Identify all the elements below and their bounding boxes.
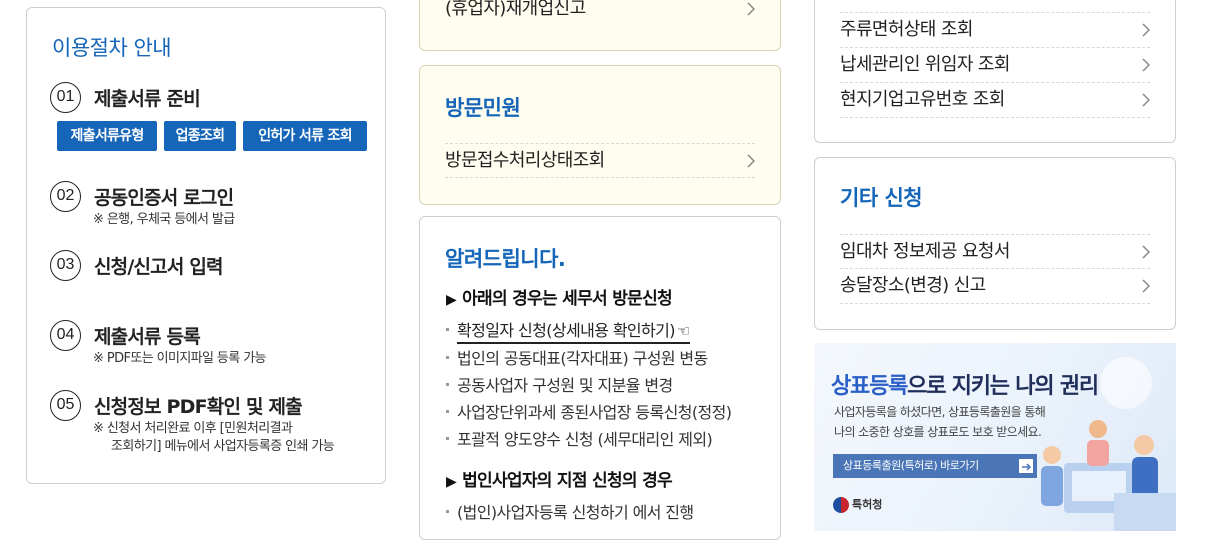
list-item-delivery-address[interactable]: 송달장소(변경) 신고 <box>840 269 1150 304</box>
triangle-right-icon: ▶ <box>446 474 457 490</box>
notice-section-label: 아래의 경우는 세무서 방문신청 <box>462 289 673 309</box>
notice-item-label: 포괄적 양도양수 신청 (세무대리인 제외) <box>457 430 713 449</box>
list-item-partial <box>840 0 1150 13</box>
notice-item: 사업장단위과세 종된사업장 등록신청(정정) <box>446 399 732 423</box>
notice-item: 포괄적 양도양수 신청 (세무대리인 제외) <box>446 426 713 450</box>
step-number: 02 <box>50 181 81 212</box>
banner-title-rest: 으로 지키는 나의 권리 <box>907 374 1099 399</box>
step-number: 03 <box>50 250 81 281</box>
list-item-label: 현지기업고유번호 조회 <box>840 89 1005 110</box>
step-number: 01 <box>50 82 81 113</box>
notice-title: 알려드립니다. <box>445 247 566 271</box>
list-item-reopen-report[interactable]: (휴업자)재개업신고 <box>445 0 755 27</box>
list-item-label: 납세관리인 위임자 조회 <box>840 54 1010 75</box>
visit-civil-title: 방문민원 <box>445 96 521 120</box>
notice-item-label: 확정일자 신청(상세내용 확인하기) <box>457 321 676 340</box>
notice-item: (법인)사업자등록 신청하기 에서 진행 <box>446 499 694 523</box>
list-item-lease-info[interactable]: 임대차 정보제공 요청서 <box>840 234 1150 269</box>
notice-section-branch: ▶ 법인사업자의 지점 신청의 경우 <box>446 466 673 491</box>
list-item-visit-status[interactable]: 방문접수처리상태조회 <box>445 143 755 178</box>
step-label: 신청정보 PDF확인 및 제출 <box>94 396 303 418</box>
reopen-panel: (휴업자)재개업신고 <box>419 0 781 51</box>
banner-desc-line1: 사업자등록을 하셨다면, 상표등록출원을 통해 <box>834 405 1046 419</box>
list-item-label: 방문접수처리상태조회 <box>445 150 605 171</box>
chevron-right-icon <box>1136 48 1150 82</box>
bullet-icon <box>446 383 449 386</box>
list-item-tax-agent[interactable]: 납세관리인 위임자 조회 <box>840 48 1150 83</box>
notice-item-label: 법인의 공동대표(각자대표) 구성원 변동 <box>457 349 708 368</box>
step-note-line2: 조회하기] 메뉴에서 사업자등록증 인쇄 가능 <box>111 439 335 454</box>
list-item-label: 송달장소(변경) 신고 <box>840 275 986 296</box>
notice-item-label: (법인)사업자등록 신청하기 에서 진행 <box>457 503 694 522</box>
notice-item-fixed-date[interactable]: 확정일자 신청(상세내용 확인하기) ☜ <box>446 317 690 344</box>
list-item-label: 주류면허상태 조회 <box>840 19 973 40</box>
kipo-logo-label: 특허청 <box>852 498 883 511</box>
visit-civil-panel: 방문민원 방문접수처리상태조회 <box>419 65 781 205</box>
list-item-label: 임대차 정보제공 요청서 <box>840 241 1010 262</box>
list-item-label: (휴업자)재개업신고 <box>445 0 586 19</box>
banner-title-highlight: 상표등록 <box>831 374 908 399</box>
permit-document-lookup-button[interactable]: 인허가 서류 조회 <box>243 121 367 151</box>
other-requests-title: 기타 신청 <box>840 186 923 210</box>
trademark-banner[interactable]: 상표등록으로 지키는 나의 권리 사업자등록을 하셨다면, 상표등록출원을 통해… <box>814 343 1176 531</box>
banner-desc-line2: 나의 소중한 상호를 상표로도 보호 받으세요. <box>834 425 1042 439</box>
arrow-right-icon <box>1019 459 1033 473</box>
kipo-logo: 특허청 <box>833 496 882 513</box>
procedure-guide-title: 이용절차 안내 <box>52 36 172 60</box>
list-item-liquor-license[interactable]: 주류면허상태 조회 <box>840 13 1150 48</box>
chevron-right-icon <box>1136 269 1150 303</box>
banner-title: 상표등록으로 지키는 나의 권리 <box>831 368 1099 400</box>
notice-panel: 알려드립니다. ▶ 아래의 경우는 세무서 방문신청 확정일자 신청(상세내용 확… <box>419 216 781 540</box>
procedure-guide-panel: 이용절차 안내 01 제출서류 준비 제출서류유형 업종조회 인허가 서류 조회… <box>26 7 386 484</box>
step-number: 05 <box>50 390 81 421</box>
step-note: ※ 신청서 처리완료 이후 [민원처리결과 조회하기] 메뉴에서 사업자등록증 … <box>93 420 335 456</box>
banner-description: 사업자등록을 하셨다면, 상표등록출원을 통해 나의 소중한 상호를 상표로도 … <box>834 402 1046 442</box>
pointing-hand-icon: ☜ <box>676 322 690 340</box>
bullet-icon <box>446 328 449 331</box>
lookup-panel: 주류면허상태 조회 납세관리인 위임자 조회 현지기업고유번호 조회 <box>814 0 1176 143</box>
notice-item-label: 공동사업자 구성원 및 지분율 변경 <box>457 376 673 395</box>
bullet-icon <box>446 356 449 359</box>
step-number: 04 <box>50 320 81 351</box>
step-label: 제출서류 등록 <box>94 326 201 348</box>
list-item-local-company-id[interactable]: 현지기업고유번호 조회 <box>840 83 1150 118</box>
chevron-right-icon <box>1136 235 1150 269</box>
step-label: 공동인증서 로그인 <box>94 187 234 209</box>
triangle-right-icon: ▶ <box>446 292 457 308</box>
trademark-button-label: 상표등록출원(특허로) 바로가기 <box>843 459 979 472</box>
bullet-icon <box>446 510 449 513</box>
step-note: ※ PDF또는 이미지파일 등록 가능 <box>93 351 267 366</box>
bullet-icon <box>446 437 449 440</box>
notice-section-visit: ▶ 아래의 경우는 세무서 방문신청 <box>446 284 673 309</box>
notice-item: 공동사업자 구성원 및 지분율 변경 <box>446 372 673 396</box>
industry-lookup-button[interactable]: 업종조회 <box>164 121 236 151</box>
taegeuk-icon <box>833 497 849 513</box>
document-type-button[interactable]: 제출서류유형 <box>57 121 157 151</box>
chevron-right-icon <box>1136 13 1150 47</box>
other-requests-panel: 기타 신청 임대차 정보제공 요청서 송달장소(변경) 신고 <box>814 157 1176 330</box>
bullet-icon <box>446 410 449 413</box>
notice-section-label: 법인사업자의 지점 신청의 경우 <box>462 471 673 491</box>
step-note-line1: ※ 신청서 처리완료 이후 [민원처리결과 <box>93 421 293 436</box>
step-label: 제출서류 준비 <box>94 88 201 110</box>
chevron-right-icon <box>741 0 755 26</box>
chevron-right-icon <box>741 144 755 178</box>
step-note: ※ 은행, 우체국 등에서 발급 <box>93 212 235 227</box>
step-label: 신청/신고서 입력 <box>94 256 224 278</box>
notice-item: 법인의 공동대표(각자대표) 구성원 변동 <box>446 345 708 369</box>
chevron-right-icon <box>1136 83 1150 117</box>
trademark-application-button[interactable]: 상표등록출원(특허로) 바로가기 <box>833 454 1037 478</box>
notice-item-label: 사업장단위과세 종된사업장 등록신청(정정) <box>457 403 732 422</box>
